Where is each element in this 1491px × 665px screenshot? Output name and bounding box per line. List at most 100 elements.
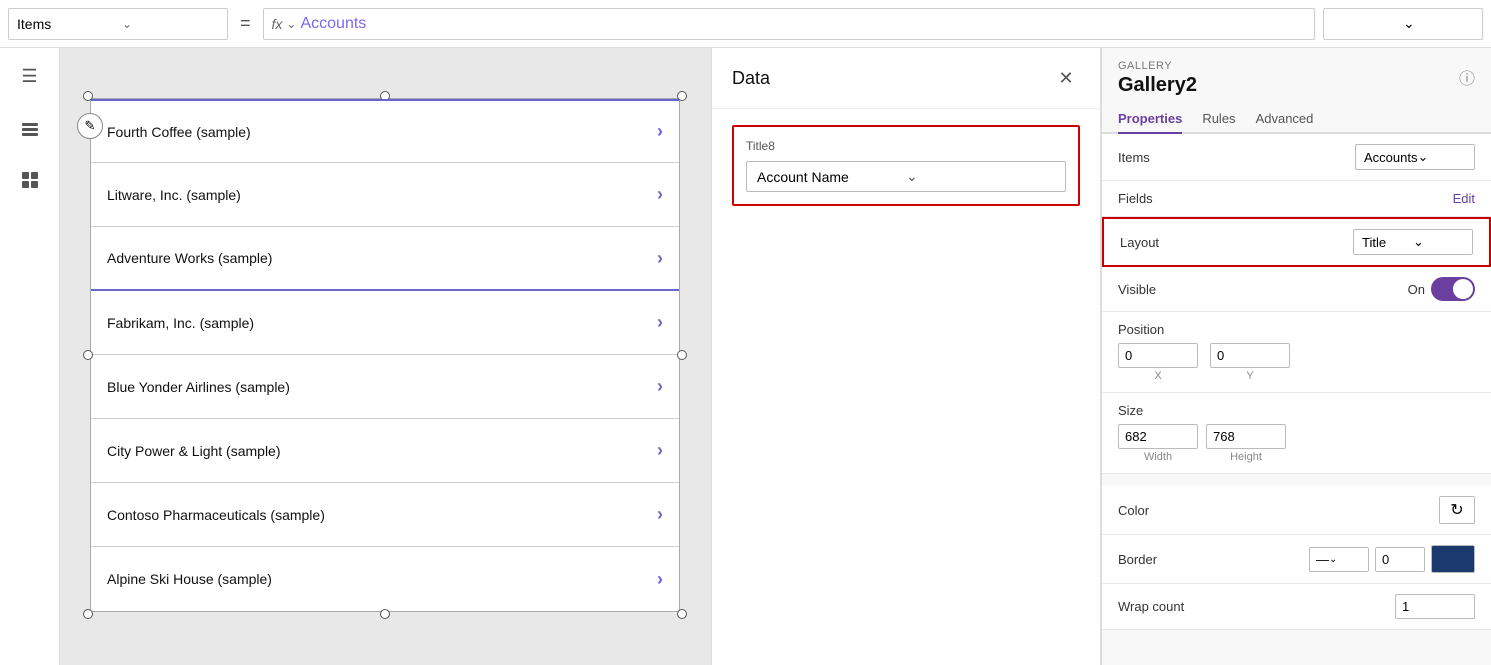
pos-y-label: Y	[1246, 370, 1253, 382]
data-field-label: Title8	[746, 139, 1066, 153]
gallery-item-1[interactable]: Litware, Inc. (sample) ›	[91, 163, 679, 227]
formula-bar[interactable]: fx ⌄ Accounts	[263, 8, 1315, 40]
visible-toggle[interactable]	[1431, 277, 1475, 301]
color-label: Color	[1118, 503, 1218, 518]
visible-label: Visible	[1118, 282, 1218, 297]
items-dropdown-prop[interactable]: Accounts ⌄	[1355, 144, 1475, 170]
close-button[interactable]: ✕	[1052, 64, 1080, 92]
items-label: Items	[1118, 150, 1218, 165]
props-tabs: Properties Rules Advanced	[1102, 105, 1491, 134]
help-icon[interactable]: ⓘ	[1459, 59, 1475, 95]
pos-y-input[interactable]	[1210, 343, 1290, 368]
tab-advanced[interactable]: Advanced	[1256, 105, 1314, 134]
data-panel-header: Data ✕	[712, 48, 1100, 109]
data-field-value: Account Name	[757, 169, 906, 185]
position-label: Position	[1118, 322, 1218, 337]
left-sidebar: ☰	[0, 48, 60, 665]
gallery-item-text-2: Adventure Works (sample)	[107, 250, 657, 266]
hamburger-icon[interactable]: ☰	[14, 60, 46, 92]
items-value-area: Accounts ⌄	[1218, 144, 1475, 170]
gallery-item-2[interactable]: Adventure Works (sample) ›	[91, 227, 679, 291]
size-width-group: Width	[1118, 424, 1198, 463]
size-width-label: Width	[1144, 451, 1172, 463]
gallery-name: Gallery2	[1102, 74, 1213, 105]
props-row-items: Items Accounts ⌄	[1102, 134, 1491, 181]
data-panel-body: Title8 Account Name ⌄	[712, 109, 1100, 222]
props-row-size: Size Width Height	[1102, 393, 1491, 474]
gallery-item-5[interactable]: City Power & Light (sample) ›	[91, 419, 679, 483]
pos-x-input[interactable]	[1118, 343, 1198, 368]
data-panel: Data ✕ Title8 Account Name ⌄	[711, 48, 1101, 665]
gallery-item-text-6: Contoso Pharmaceuticals (sample)	[107, 507, 657, 523]
gallery-item-0[interactable]: ✎ Fourth Coffee (sample) ›	[91, 99, 679, 163]
pos-x-group: X	[1118, 343, 1198, 382]
props-header-area: GALLERY Gallery2 ⓘ Properties Rules Adva…	[1102, 48, 1491, 134]
gallery-item-text-7: Alpine Ski House (sample)	[107, 571, 657, 587]
props-row-wrap: Wrap count	[1102, 584, 1491, 630]
data-field-box: Title8 Account Name ⌄	[732, 125, 1080, 206]
gallery-item-text-1: Litware, Inc. (sample)	[107, 187, 657, 203]
size-inputs: Width Height	[1118, 424, 1286, 463]
gallery-item-text-0: Fourth Coffee (sample)	[107, 124, 657, 140]
border-color-swatch[interactable]	[1431, 545, 1475, 573]
props-row-color: Color ↻	[1102, 486, 1491, 535]
tab-rules[interactable]: Rules	[1202, 105, 1235, 134]
gallery-item-chevron-3: ›	[657, 312, 663, 333]
border-num-input[interactable]	[1375, 547, 1425, 572]
size-height-input[interactable]	[1206, 424, 1286, 449]
border-inputs: — ⌄	[1309, 545, 1475, 573]
fx-value: Accounts	[300, 15, 366, 33]
fields-edit-link[interactable]: Edit	[1453, 191, 1475, 206]
border-line-chev: ⌄	[1329, 554, 1337, 565]
gallery-item-3[interactable]: Fabrikam, Inc. (sample) ›	[91, 291, 679, 355]
border-value-area: — ⌄	[1218, 545, 1475, 573]
gallery-item-chevron-1: ›	[657, 184, 663, 205]
right-dropdown[interactable]: ⌄	[1323, 8, 1483, 40]
layers-icon[interactable]	[14, 112, 46, 144]
layout-value-area: Title ⌄	[1220, 229, 1473, 255]
right-dropdown-chevron: ⌄	[1403, 15, 1474, 32]
gallery-item-6[interactable]: Contoso Pharmaceuticals (sample) ›	[91, 483, 679, 547]
layout-value: Title	[1362, 235, 1413, 250]
fields-label: Fields	[1118, 191, 1218, 206]
props-row-fields: Fields Edit	[1102, 181, 1491, 217]
gallery-item-chevron-6: ›	[657, 504, 663, 525]
size-height-label: Height	[1230, 451, 1262, 463]
items-dropdown[interactable]: Items ⌄	[8, 8, 228, 40]
gallery-item-4[interactable]: Blue Yonder Airlines (sample) ›	[91, 355, 679, 419]
gallery-widget[interactable]: ✎ Fourth Coffee (sample) › Litware, Inc.…	[90, 98, 680, 612]
gallery-item-chevron-0: ›	[657, 121, 663, 142]
size-height-group: Height	[1206, 424, 1286, 463]
color-swatch-button[interactable]: ↻	[1439, 496, 1475, 524]
props-row-layout: Layout Title ⌄	[1102, 217, 1491, 267]
top-bar: Items ⌄ = fx ⌄ Accounts ⌄	[0, 0, 1491, 48]
grid-icon[interactable]	[14, 164, 46, 196]
gallery-item-chevron-7: ›	[657, 569, 663, 590]
canvas-area: ✎ Fourth Coffee (sample) › Litware, Inc.…	[60, 48, 711, 665]
border-line-icon: —	[1316, 552, 1329, 567]
wrap-input[interactable]	[1395, 594, 1475, 619]
section-gap-1	[1102, 474, 1491, 486]
gallery-item-7[interactable]: Alpine Ski House (sample) ›	[91, 547, 679, 611]
gallery-label: GALLERY	[1102, 48, 1213, 74]
layout-label: Layout	[1120, 235, 1220, 250]
border-label: Border	[1118, 552, 1218, 567]
layout-chev: ⌄	[1413, 234, 1464, 250]
size-width-input[interactable]	[1118, 424, 1198, 449]
visible-value-area: On	[1218, 277, 1475, 301]
toggle-knob	[1453, 279, 1473, 299]
items-dropdown-value: Accounts	[1364, 150, 1417, 165]
gallery-item-chevron-4: ›	[657, 376, 663, 397]
visible-on-label: On	[1408, 282, 1425, 297]
tab-properties[interactable]: Properties	[1118, 105, 1182, 134]
border-line-dropdown[interactable]: — ⌄	[1309, 547, 1369, 572]
data-panel-title: Data	[732, 68, 770, 89]
props-panel: GALLERY Gallery2 ⓘ Properties Rules Adva…	[1101, 48, 1491, 665]
layout-dropdown[interactable]: Title ⌄	[1353, 229, 1473, 255]
edit-icon[interactable]: ✎	[77, 113, 103, 139]
main-layout: ☰	[0, 48, 1491, 665]
equals-sign: =	[236, 13, 255, 34]
items-dropdown-chev: ⌄	[1417, 149, 1466, 165]
fields-value-area: Edit	[1218, 191, 1475, 206]
data-field-dropdown[interactable]: Account Name ⌄	[746, 161, 1066, 192]
